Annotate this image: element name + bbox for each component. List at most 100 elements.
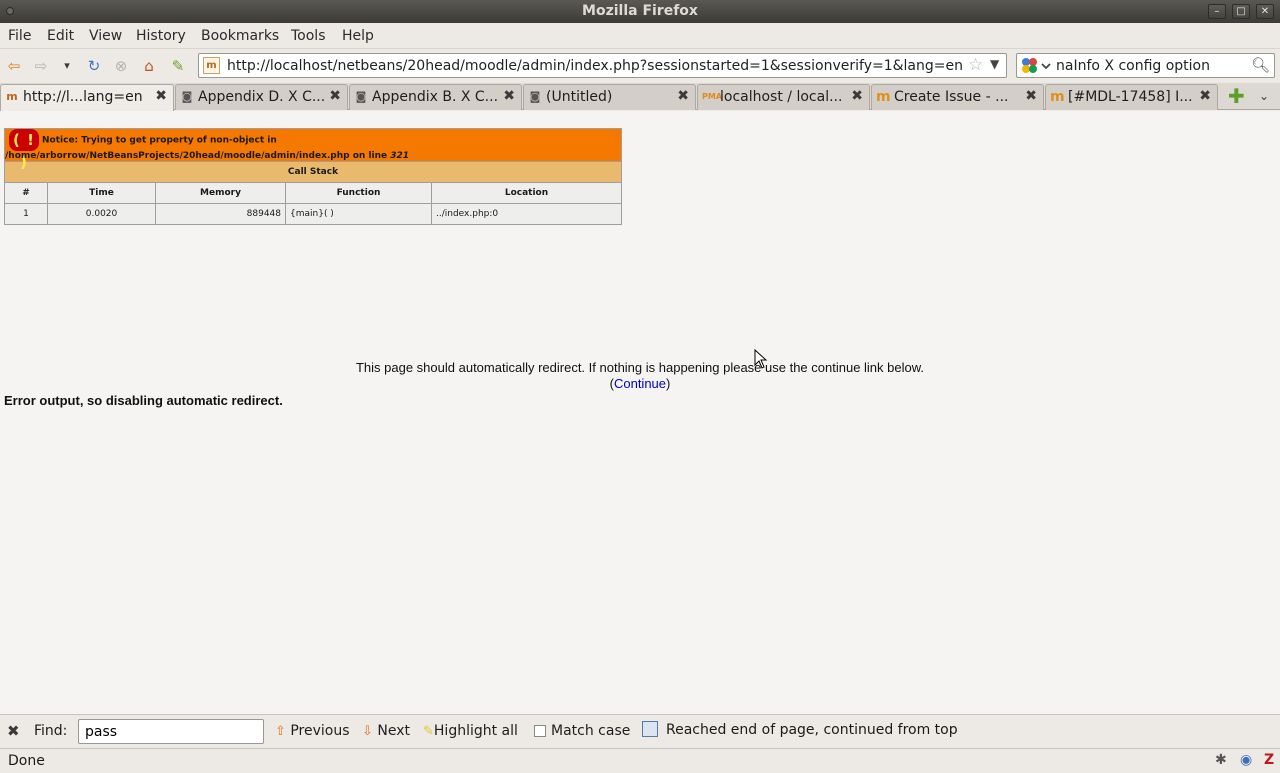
addon-status-icon[interactable]: ◉ — [1240, 752, 1252, 768]
cell-number: 1 — [4, 203, 48, 225]
close-tab-icon[interactable]: ✖ — [329, 88, 341, 104]
window-title: Mozilla Firefox — [582, 3, 698, 19]
page-content: ( ! )Notice: Trying to get property of n… — [0, 111, 1280, 714]
close-tab-icon[interactable]: ✖ — [677, 88, 689, 104]
tab-bar: m http://l...lang=en ✖ ◙ Appendix D. X C… — [0, 83, 1280, 111]
error-alert-icon: ( ! ) — [9, 129, 39, 171]
cell-time: 0.0020 — [47, 203, 156, 225]
menu-view[interactable]: View — [89, 28, 122, 44]
back-icon[interactable]: ⇦ — [5, 57, 23, 75]
find-input[interactable] — [78, 719, 264, 744]
table-row: 1 0.0020 889448 {main}( ) ../index.php:0 — [4, 203, 622, 225]
find-bar: ✖ Find: ⇧ Previous ⇩ Next ✎Highlight all… — [0, 714, 1280, 748]
menu-bookmarks[interactable]: Bookmarks — [201, 28, 279, 44]
menu-tools[interactable]: Tools — [291, 28, 326, 44]
error-output-message: Error output, so disabling automatic red… — [4, 393, 283, 408]
menu-bar: File Edit View History Bookmarks Tools H… — [0, 23, 1280, 49]
find-previous-label: Previous — [290, 723, 350, 739]
url-bar[interactable]: m ☆ ▼ — [198, 53, 1007, 78]
search-input[interactable] — [1056, 56, 1252, 75]
cell-location: ../index.php:0 — [431, 203, 622, 225]
close-findbar-icon[interactable]: ✖ — [7, 722, 20, 740]
match-case-checkbox[interactable] — [534, 725, 546, 737]
maximize-button[interactable]: □ — [1232, 4, 1250, 19]
tab-create-issue[interactable]: m Create Issue - ... ✖ — [871, 84, 1044, 110]
addon-leaf-icon[interactable]: ✎ — [169, 57, 187, 75]
redirect-message: This page should automatically redirect.… — [355, 360, 925, 375]
site-favicon-icon[interactable]: m — [203, 57, 220, 74]
url-input[interactable] — [227, 56, 967, 75]
navigation-toolbar: ⇦ ⇨ ▾ ↻ ⊗ ⌂ ✎ m ☆ ▼ 🔍︎ — [0, 49, 1280, 83]
tab-label: (Untitled) — [546, 89, 613, 105]
tab-appendix-b[interactable]: ◙ Appendix B. X C... ✖ — [349, 84, 522, 110]
tab-label: Create Issue - ... — [894, 89, 1009, 105]
page-icon: ◙ — [355, 90, 367, 103]
minimize-button[interactable]: – — [1208, 4, 1226, 19]
status-text: Done — [8, 753, 45, 769]
firebug-icon[interactable]: ✱ — [1215, 752, 1227, 768]
close-window-button[interactable]: ✕ — [1256, 4, 1274, 19]
tab-label: localhost / local... — [720, 89, 843, 105]
close-tab-icon[interactable]: ✖ — [155, 88, 167, 104]
menu-file[interactable]: File — [8, 28, 31, 44]
wrapped-search-icon — [642, 721, 658, 737]
menu-help[interactable]: Help — [342, 28, 374, 44]
url-dropdown-icon[interactable]: ▼ — [990, 57, 999, 71]
notice-line-number: 321 — [390, 151, 410, 161]
stop-icon[interactable]: ⊗ — [112, 57, 130, 75]
find-status-text: Reached end of page, continued from top — [666, 722, 958, 738]
status-bar: Done ✱ ◉ Z — [0, 748, 1280, 773]
find-status: Reached end of page, continued from top — [642, 721, 958, 738]
continue-link[interactable]: Continue — [614, 376, 666, 391]
window-titlebar: Mozilla Firefox – □ ✕ — [0, 0, 1280, 23]
find-label: Find: — [34, 723, 68, 739]
redirect-notice: This page should automatically redirect.… — [0, 360, 1280, 392]
page-icon: ◙ — [529, 90, 541, 103]
column-header-number: # — [4, 182, 48, 204]
cell-function: {main}( ) — [285, 203, 432, 225]
notice-message: Notice: Trying to get property of non-ob… — [5, 135, 391, 162]
close-tab-icon[interactable]: ✖ — [1199, 88, 1211, 104]
tab-label: [#MDL-17458] I... — [1068, 89, 1193, 105]
arrow-up-icon: ⇧ — [275, 724, 286, 739]
home-icon[interactable]: ⌂ — [140, 57, 158, 75]
bookmark-star-icon[interactable]: ☆ — [968, 55, 983, 75]
tab-label: Appendix D. X C... — [198, 89, 326, 105]
new-tab-icon[interactable]: ✚ — [1228, 86, 1245, 106]
column-header-time: Time — [47, 182, 156, 204]
cell-memory: 889448 — [155, 203, 286, 225]
tab-admin-index[interactable]: m http://l...lang=en ✖ — [0, 84, 174, 111]
zotero-icon[interactable]: Z — [1264, 752, 1274, 768]
menu-history[interactable]: History — [136, 28, 186, 44]
tab-label: http://l...lang=en — [23, 89, 143, 105]
search-icon[interactable]: 🔍︎ — [1251, 56, 1270, 74]
tab-phpmyadmin[interactable]: PMA localhost / local... ✖ — [697, 84, 870, 110]
close-tab-icon[interactable]: ✖ — [851, 88, 863, 104]
arrow-down-icon: ⇩ — [362, 724, 373, 739]
tab-mdl-17458[interactable]: m [#MDL-17458] I... ✖ — [1045, 84, 1218, 110]
history-dropdown-icon[interactable]: ▾ — [58, 57, 76, 75]
find-next-button[interactable]: ⇩ Next — [362, 723, 410, 739]
continue-wrapper: (Continue) — [0, 376, 1280, 392]
menu-edit[interactable]: Edit — [47, 28, 74, 44]
find-next-label: Next — [377, 723, 410, 739]
reload-icon[interactable]: ↻ — [85, 57, 103, 75]
call-stack-heading: Call Stack — [4, 161, 622, 183]
google-engine-icon[interactable] — [1020, 57, 1052, 75]
phpmyadmin-icon: PMA — [702, 92, 723, 101]
page-icon: ◙ — [181, 90, 193, 103]
moodle-m-icon: m — [876, 89, 891, 105]
column-header-function: Function — [285, 182, 432, 204]
tab-list-dropdown-icon[interactable]: ⌄ — [1259, 89, 1269, 103]
find-previous-button[interactable]: ⇧ Previous — [275, 723, 350, 739]
close-tab-icon[interactable]: ✖ — [1025, 88, 1037, 104]
tab-untitled[interactable]: ◙ (Untitled) ✖ — [523, 84, 696, 110]
highlighter-icon: ✎ — [423, 724, 434, 739]
search-bar[interactable]: 🔍︎ — [1016, 53, 1275, 78]
match-case-label[interactable]: Match case — [551, 723, 630, 739]
highlight-all-button[interactable]: ✎Highlight all — [423, 723, 518, 739]
close-tab-icon[interactable]: ✖ — [503, 88, 515, 104]
tab-appendix-d[interactable]: ◙ Appendix D. X C... ✖ — [175, 84, 348, 110]
column-header-memory: Memory — [155, 182, 286, 204]
forward-icon[interactable]: ⇨ — [32, 57, 50, 75]
